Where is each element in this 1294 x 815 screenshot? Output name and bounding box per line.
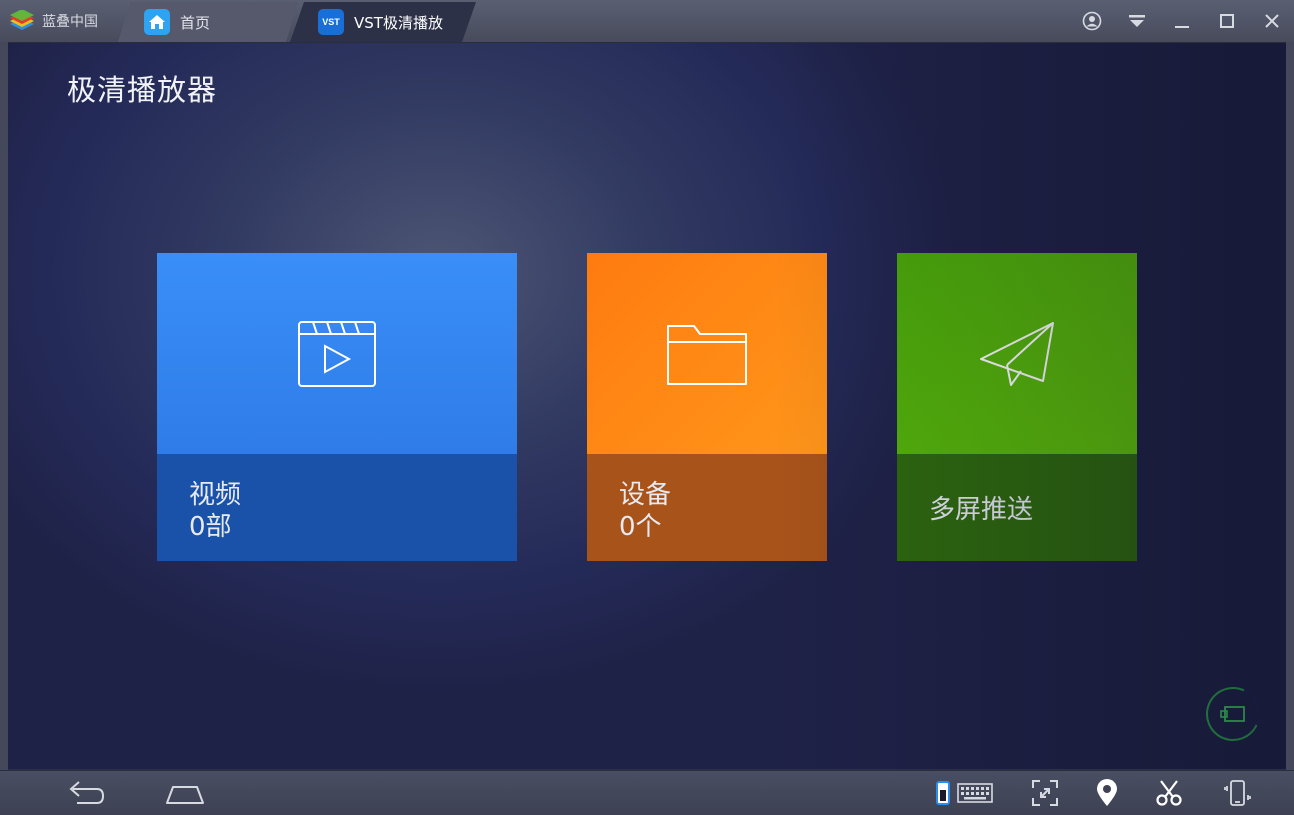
fullscreen-icon[interactable] xyxy=(1022,777,1068,809)
scissors-icon[interactable] xyxy=(1146,777,1192,809)
home-icon xyxy=(144,9,170,35)
home-outline-icon[interactable] xyxy=(162,777,208,809)
tab-vst-label: VST极清播放 xyxy=(354,13,443,32)
folder-icon xyxy=(667,324,747,385)
bluestacks-logo-icon xyxy=(10,10,34,30)
video-clapper-icon xyxy=(298,320,376,387)
vst-app-icon: VST xyxy=(318,9,344,35)
cast-tile-top xyxy=(897,253,1137,454)
frame-left xyxy=(0,42,8,770)
video-tile-top xyxy=(157,253,517,454)
video-tile-info: 视频 0部 xyxy=(157,454,517,561)
shake-icon[interactable] xyxy=(1214,777,1260,809)
brand-label: 蓝叠中国 xyxy=(42,14,98,30)
multiscreen-cast-tile[interactable]: 多屏推送 xyxy=(897,253,1137,561)
video-count: 0部 xyxy=(189,512,232,542)
dropdown-icon[interactable] xyxy=(1114,0,1159,42)
bluestacks-brand[interactable]: 蓝叠中国 xyxy=(8,8,98,34)
tab-home[interactable]: 首页 xyxy=(118,2,298,42)
page-title: 极清播放器 xyxy=(67,73,218,107)
vst-icon-text: VST xyxy=(322,17,340,27)
keyboard-icon[interactable] xyxy=(932,777,996,809)
device-tile-top xyxy=(587,253,827,454)
window-controls xyxy=(1069,0,1294,42)
close-icon[interactable] xyxy=(1249,0,1294,42)
paper-plane-icon xyxy=(980,321,1054,386)
screen-share-icon xyxy=(1220,706,1245,722)
back-icon[interactable] xyxy=(62,777,108,809)
video-tile[interactable]: 视频 0部 xyxy=(157,253,517,561)
minimize-icon[interactable] xyxy=(1159,0,1204,42)
tab-home-label: 首页 xyxy=(180,13,211,32)
device-tile[interactable]: 设备 0个 xyxy=(587,253,827,561)
floating-screen-button[interactable] xyxy=(1198,679,1268,749)
device-count: 0个 xyxy=(619,512,662,542)
bottom-bar xyxy=(0,770,1294,815)
device-tile-info: 设备 0个 xyxy=(587,454,827,561)
tab-vst-player[interactable]: VST VST极清播放 xyxy=(290,2,476,42)
app-content: 极清播放器 视频 0部 设备 0个 多屏推送 xyxy=(8,43,1286,769)
cast-label: 多屏推送 xyxy=(929,495,1034,525)
title-bar: 蓝叠中国 首页 VST VST极清播放 xyxy=(0,0,1294,43)
frame-right xyxy=(1286,42,1294,770)
account-icon[interactable] xyxy=(1069,0,1114,42)
maximize-icon[interactable] xyxy=(1204,0,1249,42)
location-icon[interactable] xyxy=(1084,777,1130,809)
cast-tile-info: 多屏推送 xyxy=(897,454,1137,561)
